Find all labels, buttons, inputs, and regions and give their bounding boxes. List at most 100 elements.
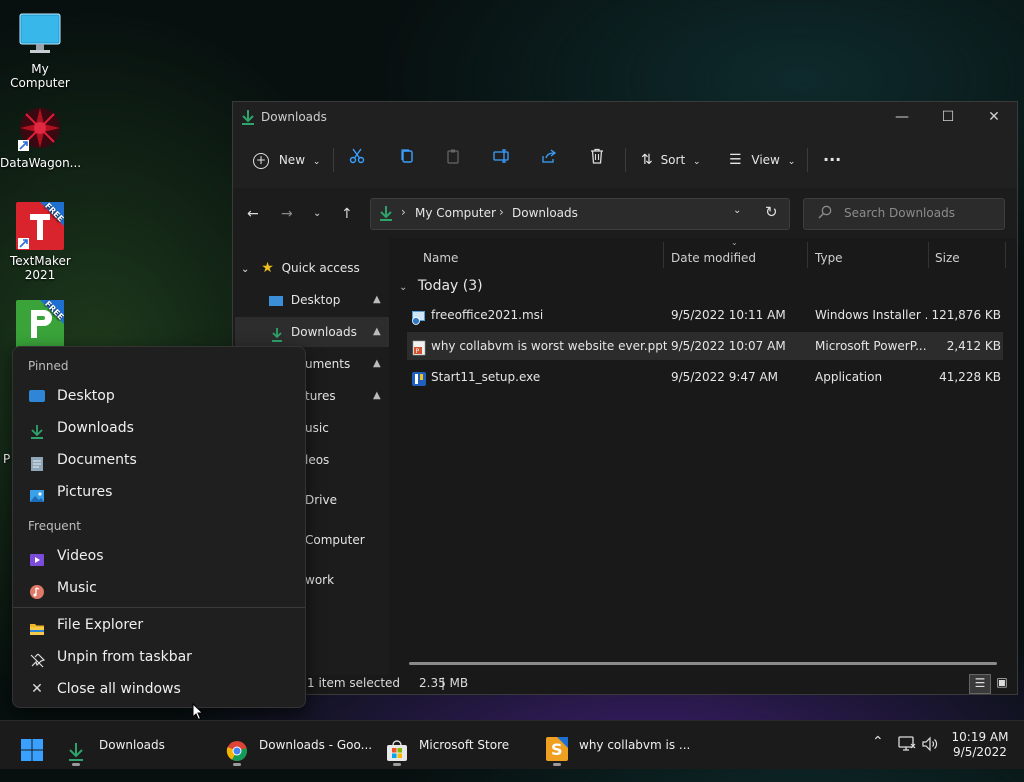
toolbar-divider xyxy=(625,148,626,172)
running-indicator xyxy=(72,763,80,766)
search-placeholder: Search Downloads xyxy=(844,206,955,220)
jump-item-desktop[interactable]: Desktop xyxy=(13,380,305,412)
nav-documents[interactable]: uments ▲ xyxy=(305,349,389,379)
nav-videos[interactable]: leos xyxy=(305,445,329,475)
share-button[interactable] xyxy=(541,148,561,172)
desktop-icon-textmaker[interactable]: FREE TextMaker 2021 xyxy=(0,201,80,282)
jump-item-label: Videos xyxy=(57,548,104,564)
maximize-button[interactable]: ☐ xyxy=(925,102,971,132)
nav-music[interactable]: usic xyxy=(305,413,329,443)
taskbar-item-label: why collabvm is ... xyxy=(579,738,691,752)
file-name: freeoffice2021.msi xyxy=(431,308,544,322)
nav-quick-access[interactable]: ⌄ ★ Quick access xyxy=(241,253,360,283)
back-button[interactable]: ← xyxy=(247,206,259,222)
close-button[interactable]: ✕ xyxy=(971,102,1017,132)
start-button[interactable] xyxy=(20,721,44,769)
address-bar[interactable]: › My Computer › Downloads ⌄ ↻ xyxy=(370,198,790,230)
details-view-button[interactable]: ☰ xyxy=(969,674,991,694)
chevron-down-icon: ⌄ xyxy=(787,157,796,167)
recent-locations-button[interactable]: ⌄ xyxy=(313,208,321,219)
jump-action-file-explorer[interactable]: File Explorer xyxy=(13,609,305,641)
show-hidden-icons-button[interactable]: ⌃ xyxy=(872,734,884,750)
search-input[interactable]: Search Downloads xyxy=(803,198,1005,230)
new-button[interactable]: + New ⌄ xyxy=(253,148,320,172)
file-size: 41,228 KB xyxy=(939,370,1001,384)
jump-item-downloads[interactable]: Downloads xyxy=(13,412,305,444)
jump-item-videos[interactable]: Videos xyxy=(13,540,305,572)
refresh-icon[interactable]: ↻ xyxy=(765,203,778,221)
file-date: 9/5/2022 10:07 AM xyxy=(671,339,786,353)
chevron-down-icon: ⌄ xyxy=(693,157,701,167)
jump-item-documents[interactable]: Documents xyxy=(13,444,305,476)
forward-button[interactable]: → xyxy=(281,206,293,222)
desktop-icon-label: TextMaker 2021 xyxy=(10,254,71,282)
file-row-selected[interactable]: P why collabvm is worst website ever.ppt… xyxy=(407,332,1003,360)
column-header-type[interactable]: Type xyxy=(815,248,843,268)
up-button[interactable]: ↑ xyxy=(341,206,353,222)
group-header-today[interactable]: ⌄ Today (3) xyxy=(399,278,483,294)
desktop-icon-label: My Computer xyxy=(10,62,70,90)
jump-item-pictures[interactable]: Pictures xyxy=(13,476,305,508)
jump-action-unpin[interactable]: Unpin from taskbar xyxy=(13,641,305,673)
breadcrumb-my-computer[interactable]: My Computer xyxy=(415,206,496,220)
delete-button[interactable] xyxy=(589,148,609,172)
more-options-button[interactable]: ... xyxy=(823,144,841,168)
sort-button[interactable]: ⇅ Sort ⌄ xyxy=(641,148,701,172)
group-label: Today (3) xyxy=(417,278,483,294)
desktop-folder-icon xyxy=(269,295,283,306)
jump-item-label: Downloads xyxy=(57,420,134,436)
taskbar-item-presentations[interactable]: S why collabvm is ... xyxy=(546,721,696,769)
breadcrumb-downloads[interactable]: Downloads xyxy=(512,206,578,220)
clock[interactable]: 10:19 AM 9/5/2022 xyxy=(944,730,1016,760)
column-header-size[interactable]: Size xyxy=(935,248,960,268)
nav-desktop[interactable]: Desktop ▲ xyxy=(269,285,389,315)
desktop-icon-datawagon[interactable]: DataWagon... xyxy=(0,104,81,170)
nav-downloads[interactable]: Downloads ▲ xyxy=(235,317,389,347)
desktop-icon-planmaker[interactable]: FREE xyxy=(0,299,80,352)
nav-network[interactable]: work xyxy=(305,565,334,595)
column-header-date[interactable]: Date modified xyxy=(671,248,756,268)
nav-my-computer[interactable]: Computer xyxy=(305,525,365,555)
rename-button[interactable] xyxy=(493,148,513,172)
view-button[interactable]: ☰ View ⌄ xyxy=(729,148,795,172)
taskbar-item-chrome[interactable]: Downloads - Goo... xyxy=(226,721,376,769)
taskbar-item-store[interactable]: Microsoft Store xyxy=(386,721,536,769)
desktop-icon-my-computer[interactable]: My Computer xyxy=(0,10,80,90)
minimize-button[interactable]: — xyxy=(879,102,925,132)
network-icon[interactable] xyxy=(898,735,916,756)
pinned-header: Pinned xyxy=(28,359,69,373)
file-explorer-window[interactable]: Downloads — ☐ ✕ + New ⌄ ⇅ Sort ⌄ ☰ View … xyxy=(232,101,1018,695)
rename-icon xyxy=(493,149,511,167)
address-row: ← → ⌄ ↑ › My Computer › Downloads ⌄ ↻ Se… xyxy=(233,188,1017,238)
taskbar-jump-list: Pinned Desktop Downloads Documents Pictu… xyxy=(12,346,306,708)
breadcrumb-chevron-icon: › xyxy=(499,205,504,219)
planmaker-app-icon: FREE xyxy=(16,299,66,348)
star-icon: ★ xyxy=(261,260,274,276)
window-title: Downloads xyxy=(261,110,327,124)
volume-icon[interactable] xyxy=(921,735,939,756)
plus-circle-icon: + xyxy=(253,152,269,169)
address-dropdown-icon[interactable]: ⌄ xyxy=(733,205,741,216)
column-divider xyxy=(928,242,929,268)
file-type: Application xyxy=(815,370,883,384)
file-row[interactable]: Start11_setup.exe 9/5/2022 9:47 AM Appli… xyxy=(407,363,1003,391)
desktop-icon-label: P xyxy=(3,452,11,466)
title-bar[interactable]: Downloads — ☐ ✕ xyxy=(233,102,1017,132)
search-icon xyxy=(818,205,832,222)
taskbar-item-explorer[interactable]: Downloads xyxy=(66,721,216,769)
column-header-name[interactable]: Name xyxy=(423,248,458,268)
close-icon: ✕ xyxy=(988,109,1000,125)
frequent-header: Frequent xyxy=(28,519,81,533)
nav-pictures[interactable]: tures ▲ xyxy=(305,381,389,411)
cut-button[interactable] xyxy=(349,148,369,172)
jump-item-music[interactable]: Music xyxy=(13,572,305,604)
nav-onedrive[interactable]: Drive xyxy=(305,485,337,515)
tiles-view-button[interactable]: ▣ xyxy=(993,674,1011,692)
paste-button[interactable] xyxy=(445,148,465,172)
copy-button[interactable] xyxy=(399,148,419,172)
file-row[interactable]: freeoffice2021.msi 9/5/2022 10:11 AM Win… xyxy=(407,301,1003,329)
toolbar-divider xyxy=(333,148,334,172)
horizontal-scrollbar[interactable] xyxy=(409,662,997,665)
jump-item-label: File Explorer xyxy=(57,617,144,633)
jump-action-close-all[interactable]: ✕ Close all windows xyxy=(13,673,305,705)
